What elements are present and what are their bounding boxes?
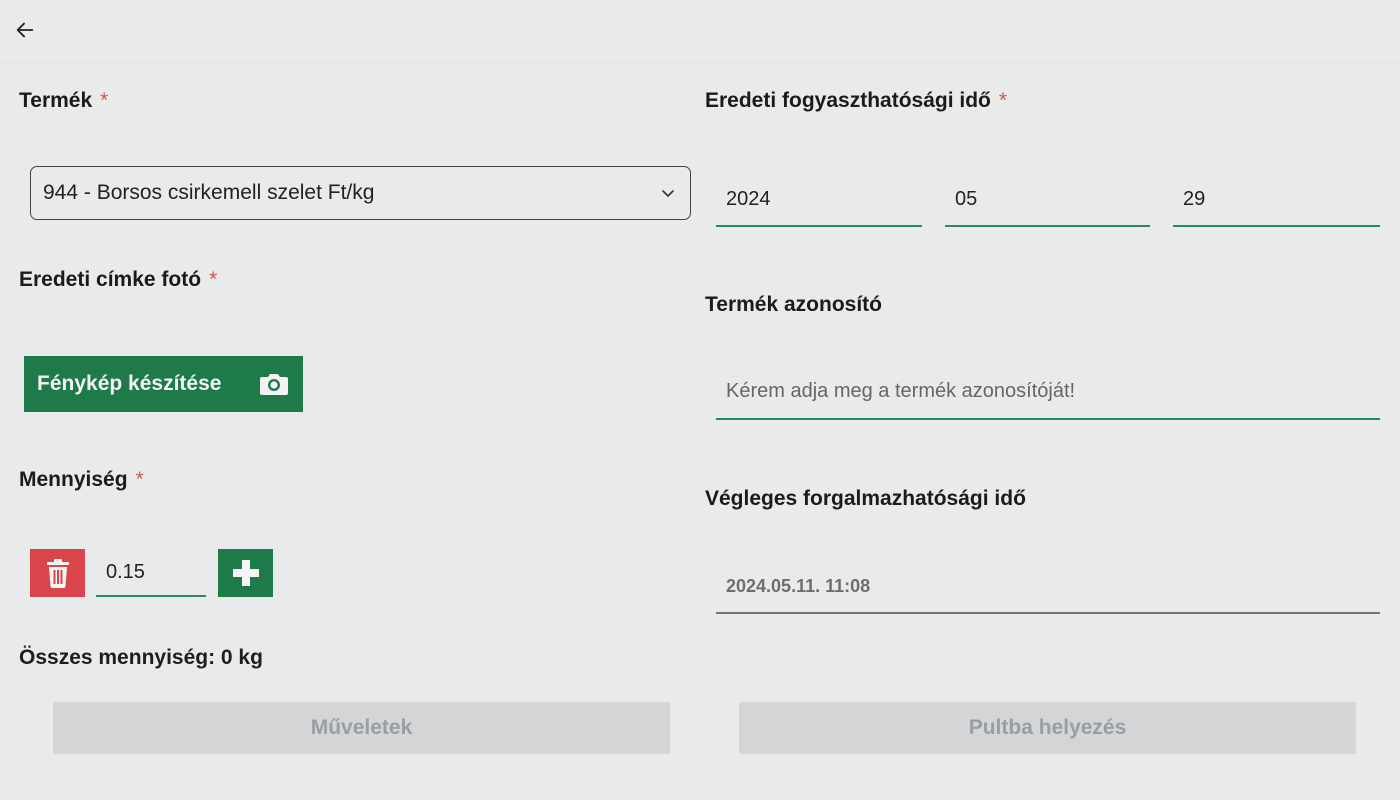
required-mark: * (100, 89, 109, 112)
final-date-label: Végleges forgalmazhatósági idő (705, 487, 1026, 510)
operations-button[interactable]: Műveletek (53, 702, 670, 754)
expiry-day-input[interactable]: 29 (1173, 174, 1380, 227)
photo-label-text: Eredeti címke fotó (19, 268, 202, 291)
product-id-input[interactable]: Kérem adja meg a termék azonosítóját! (716, 364, 1380, 420)
take-photo-button[interactable]: Fénykép készítése (24, 356, 303, 412)
expiry-year-input[interactable]: 2024 (716, 174, 922, 227)
add-quantity-button[interactable] (218, 549, 273, 597)
expiry-month-input[interactable]: 05 (945, 174, 1150, 227)
product-select-value: 944 - Borsos csirkemell szelet Ft/kg (43, 181, 375, 204)
page: Termék * 944 - Borsos csirkemell szelet F… (0, 0, 1400, 800)
product-label-text: Termék (19, 89, 93, 112)
final-date-field: 2024.05.11. 11:08 (716, 560, 1380, 614)
plus-icon (232, 560, 259, 586)
product-id-label: Termék azonosító (705, 293, 882, 316)
camera-icon (260, 374, 288, 395)
take-photo-button-label: Fénykép készítése (37, 372, 222, 395)
quantity-input[interactable]: 0.15 (96, 549, 206, 597)
place-on-counter-button[interactable]: Pultba helyezés (739, 702, 1356, 754)
product-label: Termék * (19, 89, 108, 113)
expiry-label-text: Eredeti fogyaszthatósági idő (705, 89, 991, 112)
photo-label: Eredeti címke fotó * (19, 268, 217, 292)
quantity-label-text: Mennyiség (19, 468, 128, 491)
arrow-left-icon (16, 22, 34, 38)
required-mark: * (998, 89, 1008, 112)
top-bar (0, 0, 1400, 63)
required-mark: * (209, 268, 218, 291)
expiry-label: Eredeti fogyaszthatósági idő * (705, 89, 1007, 113)
trash-icon (46, 559, 69, 588)
required-mark: * (135, 468, 144, 491)
total-quantity: Összes mennyiség: 0 kg (19, 646, 263, 669)
chevron-down-icon (662, 190, 674, 197)
product-select[interactable]: 944 - Borsos csirkemell szelet Ft/kg (30, 166, 691, 220)
quantity-label: Mennyiség * (19, 468, 144, 492)
back-button[interactable] (10, 15, 40, 45)
delete-quantity-button[interactable] (30, 549, 85, 597)
